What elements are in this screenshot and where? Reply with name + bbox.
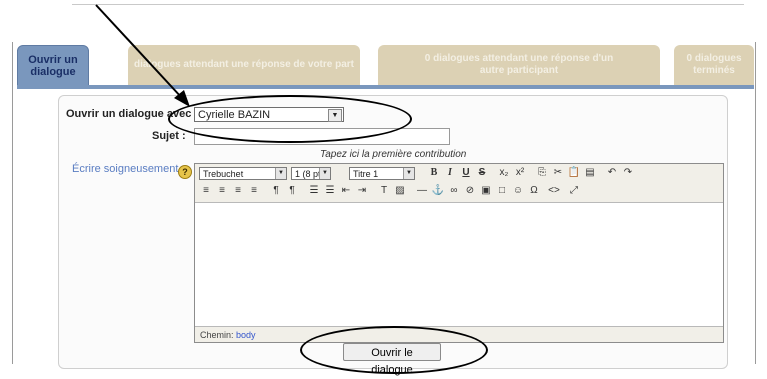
smiley-icon[interactable]: ☺ bbox=[511, 185, 525, 198]
rtl-icon[interactable]: ¶ bbox=[285, 185, 299, 198]
anchor-icon[interactable]: ⚓ bbox=[431, 185, 445, 198]
subscript-icon[interactable]: x₂ bbox=[497, 167, 511, 180]
tab-awaiting-other-reply-label: 0 dialogues attendant une réponse d'un a… bbox=[424, 53, 614, 76]
chevron-down-icon: ▼ bbox=[403, 168, 414, 179]
recipient-label: Ouvrir un dialogue avec : bbox=[66, 108, 199, 120]
horizontal-rule-icon[interactable]: — bbox=[415, 185, 429, 198]
tab-closed-dialogues-label: 0 dialogues terminés bbox=[686, 53, 742, 76]
link-icon[interactable]: ∞ bbox=[447, 185, 461, 198]
recipient-select[interactable]: Cyrielle BAZIN ▼ bbox=[194, 107, 344, 122]
tab-awaiting-other-reply[interactable]: 0 dialogues attendant une réponse d'un a… bbox=[378, 45, 660, 85]
help-icon[interactable]: ? bbox=[178, 165, 192, 179]
align-left-icon[interactable]: ≡ bbox=[199, 185, 213, 198]
font-family-value: Trebuchet bbox=[203, 169, 244, 179]
indent-icon[interactable]: ⇥ bbox=[355, 185, 369, 198]
undo-icon[interactable]: ↶ bbox=[605, 167, 619, 180]
tab-open-dialogue-label: Ouvrir un dialogue bbox=[28, 54, 78, 78]
table-icon[interactable]: □ bbox=[495, 185, 509, 198]
align-center-icon[interactable]: ≡ bbox=[215, 185, 229, 198]
clean-word-icon[interactable]: ⎘ bbox=[535, 167, 549, 180]
font-size-select[interactable]: 1 (8 pt) ▼ bbox=[291, 167, 331, 180]
subject-label: Sujet : bbox=[152, 130, 186, 142]
top-divider bbox=[72, 4, 744, 5]
text-color-icon[interactable]: T bbox=[377, 185, 391, 198]
paragraph-style-select[interactable]: Titre 1 ▼ bbox=[349, 167, 415, 180]
paste-word-icon[interactable]: ▤ bbox=[583, 167, 597, 180]
strikethrough-icon[interactable]: S bbox=[475, 167, 489, 180]
superscript-icon[interactable]: x² bbox=[513, 167, 527, 180]
paragraph-style-value: Titre 1 bbox=[353, 169, 379, 179]
special-char-icon[interactable]: Ω bbox=[527, 185, 541, 198]
editor-toolbar: Trebuchet ▼ 1 (8 pt) ▼ Titre 1 ▼ B I U S x₂… bbox=[195, 164, 723, 203]
open-dialogue-button[interactable]: Ouvrir le dialogue bbox=[343, 343, 441, 376]
tab-awaiting-your-reply[interactable]: dialogues attendant une réponse de votre… bbox=[128, 45, 360, 85]
bold-icon[interactable]: B bbox=[427, 167, 441, 180]
rich-text-editor: Trebuchet ▼ 1 (8 pt) ▼ Titre 1 ▼ B I U S x₂… bbox=[194, 163, 724, 343]
path-label: Chemin: bbox=[200, 330, 234, 340]
ordered-list-icon[interactable]: ☰ bbox=[307, 185, 321, 198]
cut-icon[interactable]: ✂ bbox=[551, 167, 565, 180]
chevron-down-icon: ▼ bbox=[275, 168, 286, 179]
outdent-icon[interactable]: ⇤ bbox=[339, 185, 353, 198]
recipient-select-value: Cyrielle BAZIN bbox=[198, 109, 271, 121]
paste-icon[interactable]: 📋 bbox=[567, 167, 581, 180]
path-body-link[interactable]: body bbox=[236, 330, 256, 340]
chevron-down-icon[interactable]: ▼ bbox=[328, 109, 342, 122]
unordered-list-icon[interactable]: ☰ bbox=[323, 185, 337, 198]
align-right-icon[interactable]: ≡ bbox=[231, 185, 245, 198]
ltr-icon[interactable]: ¶ bbox=[269, 185, 283, 198]
underline-icon[interactable]: U bbox=[459, 167, 473, 180]
tab-open-dialogue[interactable]: Ouvrir un dialogue bbox=[17, 45, 89, 87]
image-icon[interactable]: ▣ bbox=[479, 185, 493, 198]
chevron-down-icon: ▼ bbox=[319, 168, 330, 179]
redo-icon[interactable]: ↷ bbox=[621, 167, 635, 180]
tab-awaiting-your-reply-label: dialogues attendant une réponse de votre… bbox=[133, 59, 355, 70]
font-family-select[interactable]: Trebuchet ▼ bbox=[199, 167, 287, 180]
subject-input[interactable] bbox=[194, 128, 450, 145]
justify-icon[interactable]: ≡ bbox=[247, 185, 261, 198]
tab-closed-dialogues[interactable]: 0 dialogues terminés bbox=[674, 45, 754, 85]
italic-icon[interactable]: I bbox=[443, 167, 457, 180]
background-color-icon[interactable]: ▨ bbox=[393, 185, 407, 198]
fullscreen-icon[interactable]: ⤢ bbox=[567, 185, 581, 198]
subject-hint: Tapez ici la première contribution bbox=[320, 149, 467, 160]
unlink-icon[interactable]: ⊘ bbox=[463, 185, 477, 198]
write-carefully-label: Écrire soigneusement bbox=[72, 163, 179, 175]
html-source-icon[interactable]: <> bbox=[547, 185, 561, 198]
editor-path-bar: Chemin: body bbox=[195, 326, 723, 342]
tab-underline bbox=[17, 85, 754, 89]
